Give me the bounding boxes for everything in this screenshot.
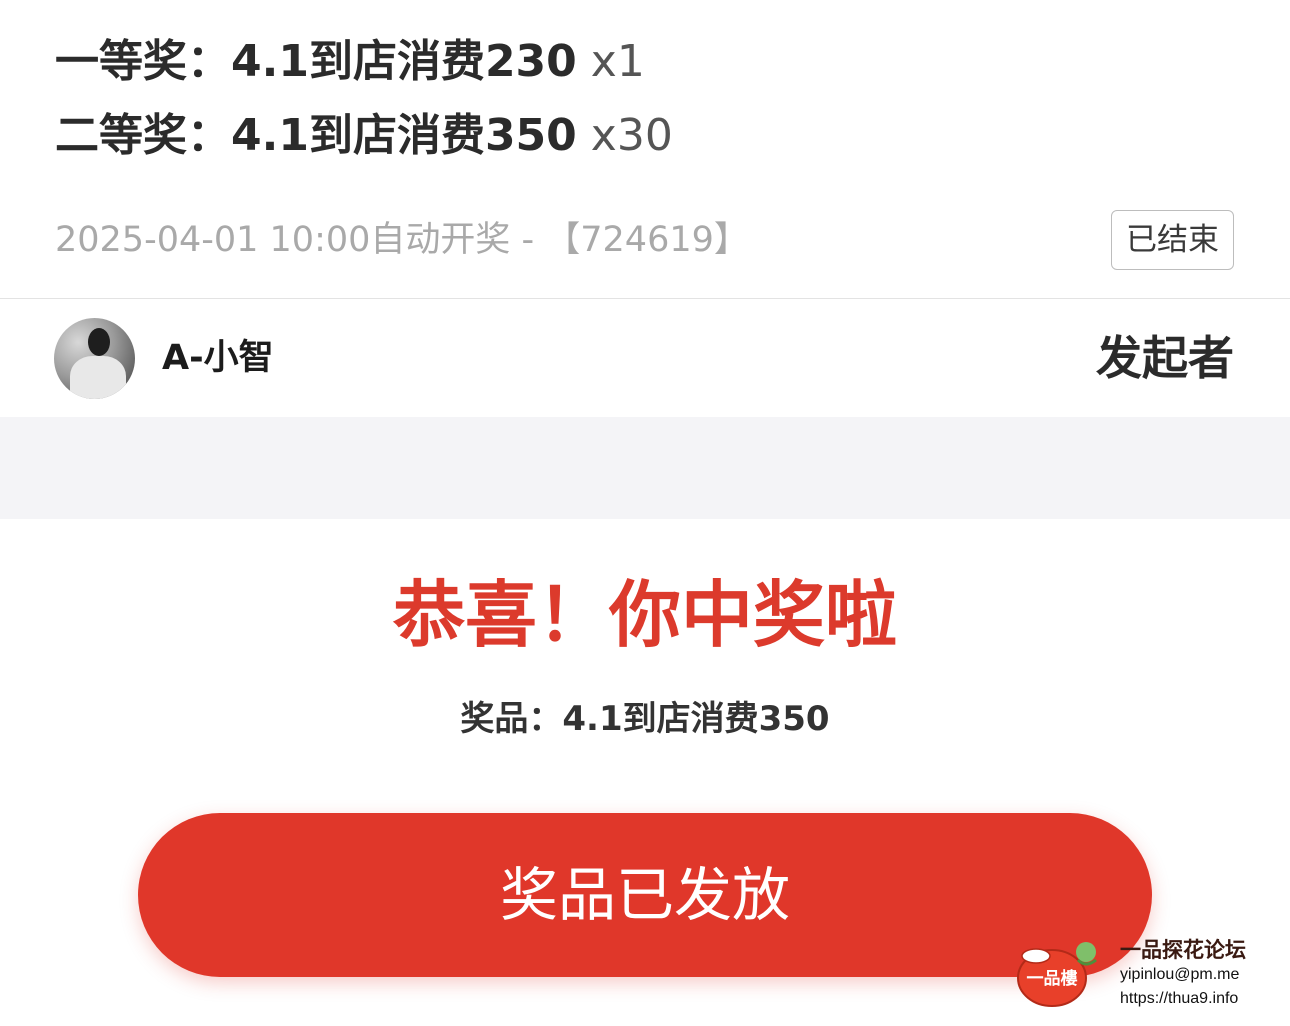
initiator-name[interactable]: A-小智 [162,334,274,382]
win-title: 恭喜！你中奖啦 [392,573,897,657]
avatar-figure-body [70,356,126,399]
section-separator [0,417,1290,519]
draw-time-info: 2025-04-01 10:00自动开奖 - 【724619】 [55,220,749,260]
avatar-figure-head [88,328,110,356]
watermark-logo-text: 一品樓 [1027,968,1078,989]
avatar[interactable] [54,318,135,399]
prize-issued-button[interactable]: 奖品已发放 [138,813,1152,977]
prize-tier-2-label: 二等奖：4.1到店消费350 [55,110,577,161]
lottery-result-page: 一等奖：4.1到店消费230 x1 二等奖：4.1到店消费350 x30 2025-… [0,0,1290,1026]
prize-tier-2: 二等奖：4.1到店消费350 x30 [55,108,673,164]
divider [0,298,1290,299]
prize-tier-2-quantity: x30 [590,110,673,161]
prize-tier-1-quantity: x1 [590,36,645,87]
watermark-email: yipinlou@pm.me [1120,966,1240,983]
watermark-logo-icon: 一品樓 [1017,942,1097,1007]
prize-tier-1: 一等奖：4.1到店消费230 x1 [55,34,645,90]
watermark-site-name: 一品探花论坛 [1120,938,1246,962]
watermark-url: https://thua9.info [1120,990,1239,1007]
status-badge: 已结束 [1111,210,1234,270]
won-prize-text: 奖品：4.1到店消费350 [460,699,830,739]
initiator-role-label: 发起者 [1096,331,1234,385]
prize-tier-1-label: 一等奖：4.1到店消费230 [55,36,577,87]
